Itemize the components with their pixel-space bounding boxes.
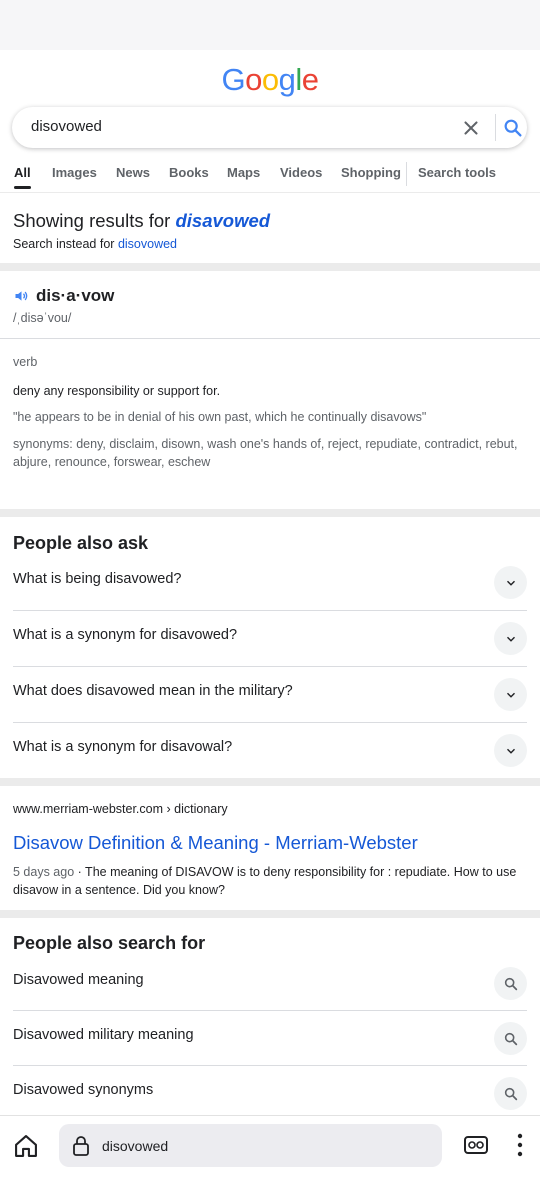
chevron-down-icon[interactable] [494,566,527,599]
definition: deny any responsibility or support for. [13,384,221,398]
example-sentence: "he appears to be in denial of his own p… [13,410,427,424]
section-separator [0,509,540,517]
result-cite[interactable]: www.merriam-webster.com › dictionary [13,802,228,816]
headword-text: dis·a·vow [36,286,115,305]
dictionary-headword: dis·a·vow [13,286,114,306]
snippet-text: · The meaning of DISAVOW is to deny resp… [74,865,517,879]
chevron-down-icon[interactable] [494,734,527,767]
tab-divider [406,162,407,186]
search-box [12,107,527,148]
paa-question[interactable]: What does disavowed mean in the military… [0,667,540,723]
speaker-icon[interactable] [13,288,30,304]
tab-books[interactable]: Books [169,165,209,180]
section-separator [0,910,540,918]
tab-videos[interactable]: Videos [280,165,322,180]
close-icon[interactable] [460,117,482,139]
tab-shopping[interactable]: Shopping [341,165,401,180]
logo-letter: e [301,62,319,97]
tab-search-tools[interactable]: Search tools [418,165,496,180]
logo-letter: G [221,62,246,97]
related-search-text: Disavowed meaning [13,972,144,988]
instead-prefix: Search instead for [13,237,115,251]
part-of-speech: verb [13,355,38,369]
google-logo: Google [0,62,540,98]
address-bar[interactable]: disovowed [59,1124,442,1167]
tab-images[interactable]: Images [52,165,97,180]
section-separator [0,263,540,271]
tab-maps[interactable]: Maps [227,165,260,180]
paa-question[interactable]: What is a synonym for disavowed? [0,611,540,667]
search-instead: Search instead for disovowed [13,237,177,251]
pronunciation: /ˌdisəˈvou/ [13,311,72,325]
section-separator [0,778,540,786]
related-search-item[interactable]: Disavowed synonyms [0,1066,540,1121]
paa-question[interactable]: What is being disavowed? [0,555,540,611]
people-also-search-heading: People also search for [13,933,206,953]
paa-question-text: What is a synonym for disavowed? [13,627,238,643]
related-search-text: Disavowed synonyms [13,1082,154,1098]
paa-question-text: What is being disavowed? [13,571,182,587]
logo-letter: g [278,62,296,97]
tab-switcher-icon[interactable] [463,1134,489,1156]
related-search-item[interactable]: Disavowed meaning [0,956,540,1011]
paa-question-text: What does disavowed mean in the military… [13,683,293,699]
chevron-down-icon[interactable] [494,678,527,711]
search-icon[interactable] [494,967,527,1000]
paa-question[interactable]: What is a synonym for disavowal? [0,723,540,779]
home-icon[interactable] [12,1132,40,1160]
divider [0,338,540,339]
paa-question-text: What is a synonym for disavowal? [13,739,233,755]
search-icon[interactable] [494,1077,527,1110]
corrected-query-link[interactable]: disavowed [175,210,270,231]
result-date: 5 days ago [13,865,75,879]
search-divider [495,114,496,141]
related-search-text: Disavowed military meaning [13,1027,194,1043]
search-tabs: All Images News Books Maps Videos Shoppi… [0,160,540,193]
browser-toolbar: disovowed [0,1115,540,1200]
showing-results-for: Showing results for disavowed [13,210,270,232]
address-text[interactable]: disovowed [102,1138,168,1154]
snippet-text: disavow in a sentence. Did you know? [13,883,225,897]
chevron-down-icon[interactable] [494,622,527,655]
logo-letter: o [245,62,262,97]
result-snippet: 5 days ago · The meaning of DISAVOW is t… [13,863,528,899]
synonyms-line: synonyms: deny, disclaim, disown, wash o… [13,437,518,451]
lock-icon[interactable] [71,1135,91,1157]
search-icon[interactable] [494,1022,527,1055]
search-input[interactable] [31,118,431,135]
result-title-link[interactable]: Disavow Definition & Meaning - Merriam-W… [13,832,418,854]
tab-all[interactable]: All [14,165,31,189]
people-also-ask-heading: People also ask [13,533,149,553]
related-search-item[interactable]: Disavowed military meaning [0,1011,540,1066]
more-menu-icon[interactable] [512,1132,528,1158]
synonyms-line: abjure, renounce, forswear, eschew [13,455,211,469]
status-bar [0,0,540,50]
showing-prefix: Showing results for [13,210,171,231]
synonyms: synonyms: deny, disclaim, disown, wash o… [13,435,528,471]
search-icon[interactable] [502,117,524,139]
logo-letter: o [261,62,279,97]
original-query-link[interactable]: disovowed [118,237,177,251]
tab-news[interactable]: News [116,165,150,180]
